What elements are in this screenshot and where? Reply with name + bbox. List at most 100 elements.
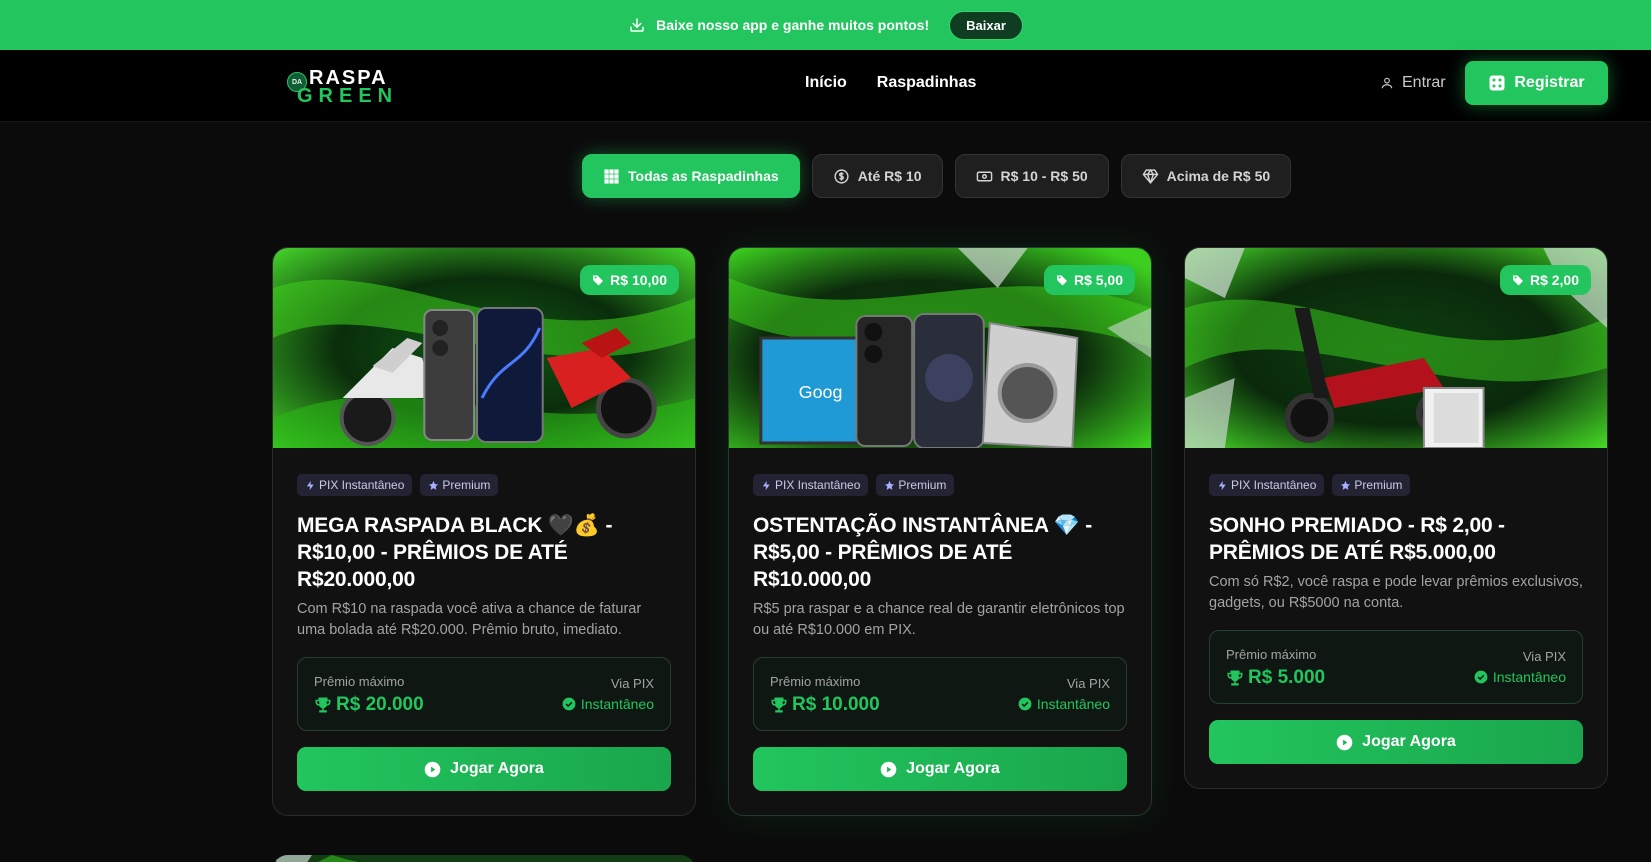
instant-label: Instantâneo [1036,696,1110,712]
main-nav: Início Raspadinhas [805,74,976,92]
instant-label: Instantâneo [580,696,654,712]
price-badge: R$ 10,00 [580,265,679,295]
payment-method: Via PIX [1522,649,1566,664]
play-icon [880,761,897,777]
filter-10-to-50[interactable]: R$ 10 - R$ 50 [954,154,1109,198]
promo-banner: Baixe nosso app e ganhe muitos pontos! B… [0,0,1651,50]
play-label: Jogar Agora [450,760,544,777]
payment-method: Via PIX [1066,676,1110,691]
filter-label: Até R$ 10 [857,168,922,184]
prize-value: R$ 5.000 [1226,667,1325,689]
svg-text:Goog: Goog [799,382,843,402]
raffle-card[interactable]: R$ 10,00 PIX Instantâneo Premium MEGA RA… [272,247,696,816]
price-value: R$ 5,00 [1073,272,1123,288]
login-link[interactable]: Entrar [1380,74,1446,92]
payment-method: Via PIX [610,676,654,691]
star-icon [1341,480,1351,490]
play-label: Jogar Agora [1362,733,1456,750]
lightning-icon [1218,480,1226,490]
prize-amount: R$ 5.000 [1248,667,1326,688]
card-description: Com R$10 na raspada você ativa a chance … [297,601,642,638]
card-title: MEGA RASPADA BLACK 🖤💰 - R$10,00 - PRÊMIO… [297,514,613,591]
card-title: OSTENTAÇÃO INSTANTÂNEA 💎 - R$5,00 - PRÊM… [753,514,1093,591]
nav-link-raspadinhas[interactable]: Raspadinhas [877,74,977,92]
play-now-button[interactable]: Jogar Agora [1209,720,1583,764]
coin-icon [834,168,849,184]
tag-label: PIX Instantâneo [319,478,405,492]
tag-label: PIX Instantâneo [1231,478,1317,492]
trophy-icon [315,697,331,713]
site-header: DA RASPA GREEN Início Raspadinhas Entrar… [0,50,1651,122]
filter-above-50[interactable]: Acima de R$ 50 [1120,154,1292,198]
play-now-button[interactable]: Jogar Agora [297,747,671,791]
register-button[interactable]: Registrar [1465,61,1608,105]
filter-label: Todas as Raspadinhas [628,168,779,184]
promo-message: Baixe nosso app e ganhe muitos pontos! [628,16,929,34]
play-now-button[interactable]: Jogar Agora [753,747,1127,791]
prize-label: Prêmio máximo [314,674,405,689]
trophy-icon [771,697,787,713]
check-circle-icon [562,697,576,711]
card-body: PIX Instantâneo Premium SONHO PREMIADO -… [1185,448,1607,788]
promo-text: Baixe nosso app e ganhe muitos pontos! [656,17,930,33]
tag-icon [593,275,604,286]
card-image[interactable]: R$ 2,00 [1185,248,1607,448]
instant-indicator: Instantâneo [1018,696,1110,712]
prize-label: Prêmio máximo [1226,647,1317,662]
logo-text-bottom: GREEN [297,85,399,107]
tag-icon [1056,275,1067,286]
prize-value: R$ 10.000 [770,694,880,716]
grid-icon [604,168,619,184]
instant-indicator: Instantâneo [1474,669,1566,685]
tag-pix: PIX Instantâneo [753,474,869,496]
card-image[interactable]: Goog R$ 5,00 [729,248,1151,448]
instant-label: Instantâneo [1492,669,1566,685]
login-label: Entrar [1402,74,1446,91]
prize-label: Prêmio máximo [770,674,861,689]
prize-box: Prêmio máximo R$ 20.000 Via PIX Instantâ… [297,657,671,731]
filter-up-to-10[interactable]: Até R$ 10 [811,154,943,198]
dice-icon [1489,75,1505,91]
prize-amount: R$ 10.000 [792,694,880,715]
check-circle-icon [1474,670,1488,684]
filter-bar: Todas as Raspadinhas Até R$ 10 R$ 10 - R… [582,154,1292,198]
price-badge: R$ 2,00 [1499,265,1591,295]
download-app-button[interactable]: Baixar [949,10,1023,40]
prize-illustration [272,855,696,862]
tag-list: PIX Instantâneo Premium [753,474,1127,496]
tag-premium: Premium [420,474,499,496]
prize-box: Prêmio máximo R$ 5.000 Via PIX Instantân… [1209,630,1583,704]
card-image[interactable]: R$ 10,00 [273,248,695,448]
banknote-icon [976,171,992,181]
price-value: R$ 2,00 [1529,272,1579,288]
star-icon [885,480,895,490]
prize-amount: R$ 20.000 [336,694,424,715]
filter-all[interactable]: Todas as Raspadinhas [582,154,800,198]
tag-premium: Premium [1332,474,1411,496]
instant-indicator: Instantâneo [562,696,654,712]
lightning-icon [762,480,770,490]
next-card-preview[interactable] [272,855,696,862]
star-icon [429,480,439,490]
logo[interactable]: DA RASPA GREEN [287,68,397,106]
price-badge: R$ 5,00 [1043,265,1135,295]
tag-label: Premium [442,478,491,492]
prize-box: Prêmio máximo R$ 10.000 Via PIX Instantâ… [753,657,1127,731]
raffle-card[interactable]: R$ 2,00 PIX Instantâneo Premium SONHO PR… [1184,247,1608,789]
tag-label: Premium [898,478,947,492]
check-circle-icon [1018,697,1032,711]
tag-premium: Premium [876,474,955,496]
tag-list: PIX Instantâneo Premium [1209,474,1583,496]
card-description: Com só R$2, você raspa e pode levar prêm… [1209,574,1583,611]
play-icon [424,761,441,777]
tag-icon [1512,275,1523,286]
diamond-icon [1142,168,1158,184]
trophy-icon [1227,670,1243,686]
raffle-card[interactable]: Goog R$ 5,00 PIX Instantâneo Premium OST… [728,247,1152,816]
tag-pix: PIX Instantâneo [1209,474,1325,496]
register-label: Registrar [1514,74,1585,91]
nav-link-inicio[interactable]: Início [805,74,847,92]
filter-label: Acima de R$ 50 [1166,168,1271,184]
tag-label: PIX Instantâneo [775,478,861,492]
play-label: Jogar Agora [906,760,1000,777]
